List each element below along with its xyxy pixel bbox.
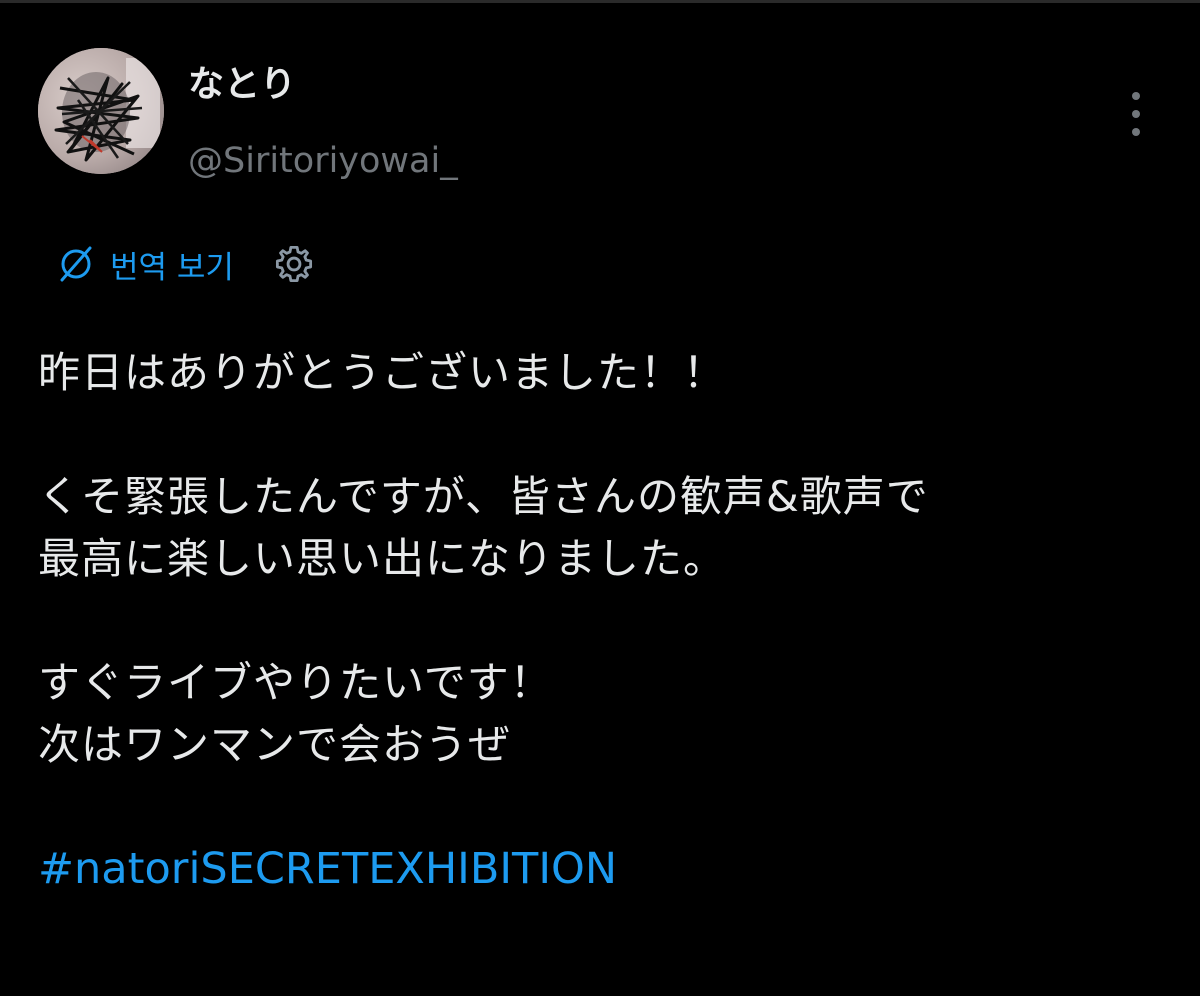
user-handle[interactable]: @Siritoriyowai_: [188, 134, 458, 188]
more-options-button[interactable]: [1118, 88, 1154, 140]
translate-label: 번역 보기: [110, 249, 234, 286]
user-names: なとり @Siritoriyowai_: [188, 58, 458, 188]
avatar-image: [38, 48, 164, 174]
avatar[interactable]: [38, 48, 164, 174]
tweet-line: くそ緊張したんですが、皆さんの歓声&歌声で: [38, 472, 929, 521]
tweet-line: 次はワンマンで会おうぜ: [38, 720, 512, 769]
tweet-line: すぐライブやりたいです！: [38, 658, 553, 707]
more-vertical-icon: [1132, 92, 1140, 136]
translate-globe-slash-icon: [60, 246, 92, 282]
translate-row: 번역 보기: [56, 238, 316, 290]
hashtag-link[interactable]: #natoriSECRETEXHIBITION: [38, 838, 1158, 900]
tweet-line: 最高に楽しい思い出になりました。: [38, 534, 727, 583]
translation-settings-button[interactable]: [272, 242, 316, 286]
tweet-text: 昨日はありがとうございました！！ くそ緊張したんですが、皆さんの歓声&歌声で 最…: [38, 342, 1158, 900]
translate-link[interactable]: 번역 보기: [56, 242, 234, 287]
top-divider: [0, 0, 1200, 3]
gear-icon: [275, 245, 312, 283]
display-name[interactable]: なとり: [188, 58, 458, 112]
tweet-line: 昨日はありがとうございました！！: [38, 348, 727, 397]
tweet-header: なとり @Siritoriyowai_: [38, 48, 1162, 181]
